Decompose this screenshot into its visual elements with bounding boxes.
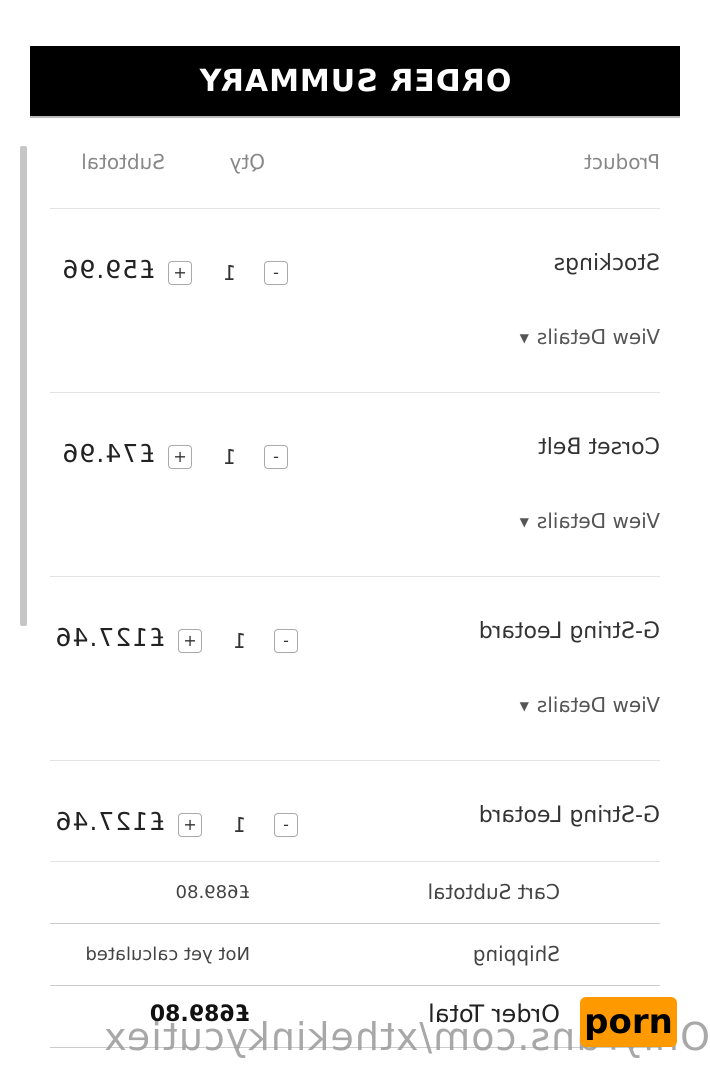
cart-item: G-String Leotard View Details ▼ - 1 + £12… — [50, 577, 660, 761]
order-summary-panel: ORDER SUMMARY Product Qty Subtotal Stock… — [30, 46, 680, 1048]
item-subtotal: £74.96 — [61, 439, 155, 468]
order-summary-title: ORDER SUMMARY — [30, 46, 680, 118]
cart-item: G-String Leotard - 1 + £127.46 — [50, 761, 660, 862]
item-subtotal: £127.46 — [54, 807, 165, 836]
quantity-value: 1 — [233, 629, 246, 653]
shipping-value: Not yet calculated — [85, 944, 250, 965]
table-header: Product Qty Subtotal — [50, 118, 660, 209]
chevron-down-icon: ▼ — [519, 699, 529, 713]
quantity-value: 1 — [233, 813, 246, 837]
cart-item: Stockings View Details ▼ - 1 + £59.96 — [50, 209, 660, 393]
quantity-value: 1 — [223, 261, 236, 285]
mirrored-order-summary: ORDER SUMMARY Product Qty Subtotal Stock… — [0, 0, 710, 1077]
view-details-toggle[interactable]: View Details ▼ — [520, 325, 660, 349]
increase-qty-button[interactable]: + — [168, 445, 192, 469]
cart-subtotal-value: £689.80 — [175, 882, 250, 903]
view-details-toggle[interactable]: View Details ▼ — [520, 509, 660, 533]
view-details-label: View Details — [536, 325, 660, 349]
cart-subtotal-row: Cart Subtotal £689.80 — [50, 862, 660, 924]
cart-subtotal-label: Cart Subtotal — [427, 880, 560, 904]
product-name: Corset Belt — [538, 435, 660, 460]
view-details-label: View Details — [536, 693, 660, 717]
column-subtotal: Subtotal — [81, 150, 165, 174]
scrollbar[interactable] — [20, 146, 27, 626]
chevron-down-icon: ▼ — [519, 515, 529, 529]
cart-item: Corset Belt View Details ▼ - 1 + £74.96 — [50, 393, 660, 577]
product-name: G-String Leotard — [478, 803, 660, 828]
decrease-qty-button[interactable]: - — [274, 629, 298, 653]
shipping-label: Shipping — [472, 942, 560, 966]
decrease-qty-button[interactable]: - — [264, 445, 288, 469]
item-subtotal: £59.96 — [61, 255, 155, 284]
chevron-down-icon: ▼ — [519, 331, 529, 345]
increase-qty-button[interactable]: + — [178, 813, 202, 837]
product-name: Stockings — [553, 251, 660, 276]
view-details-label: View Details — [536, 509, 660, 533]
view-details-toggle[interactable]: View Details ▼ — [520, 693, 660, 717]
column-qty: Qty — [229, 150, 265, 174]
increase-qty-button[interactable]: + — [168, 261, 192, 285]
column-product: Product — [584, 150, 660, 174]
shipping-row: Shipping Not yet calculated — [50, 924, 660, 986]
quantity-value: 1 — [223, 445, 236, 469]
decrease-qty-button[interactable]: - — [264, 261, 288, 285]
product-name: G-String Leotard — [478, 619, 660, 644]
watermark-logo: porn — [580, 997, 677, 1047]
item-subtotal: £127.46 — [54, 623, 165, 652]
decrease-qty-button[interactable]: - — [274, 813, 298, 837]
increase-qty-button[interactable]: + — [178, 629, 202, 653]
